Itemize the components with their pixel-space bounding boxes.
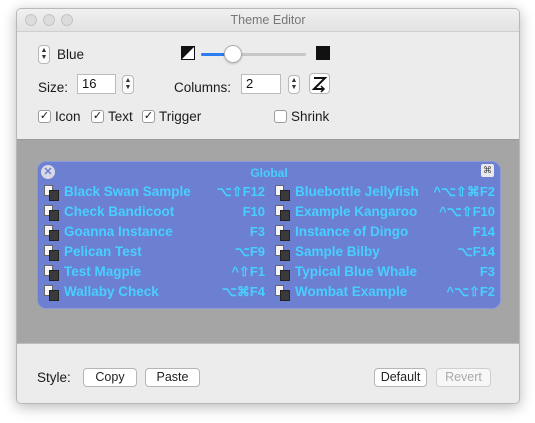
size-stepper[interactable]: ▲ ▼ (122, 75, 134, 94)
contrast-slider-track[interactable] (201, 53, 306, 56)
menu-item[interactable]: Black Swan Sample ⌥⇧F12 (44, 183, 265, 203)
menu-item-shortcut: F10 (242, 204, 265, 219)
checkmark-icon: ✓ (143, 110, 154, 122)
preview-menu: ✕ Global ⌘ Black Swan Sample ⌥⇧F12 Check B… (37, 161, 501, 309)
document-icon (44, 265, 60, 281)
menu-item-name: Test Magpie (64, 264, 142, 279)
document-icon (275, 185, 291, 201)
document-icon (275, 245, 291, 261)
menu-item[interactable]: Wallaby Check ⌥⌘F4 (44, 283, 265, 303)
menu-item-shortcut: F14 (472, 224, 495, 239)
menu-item-name: Instance of Dingo (295, 224, 409, 239)
contrast-high-icon[interactable] (316, 46, 330, 60)
chevron-up-icon: ▲ (124, 77, 132, 84)
menu-item-shortcut: ^⌥⇧F10 (439, 204, 495, 219)
menu-item-shortcut: F3 (479, 264, 495, 279)
menu-item-shortcut: F3 (249, 224, 265, 239)
document-icon (275, 225, 291, 241)
chevron-down-icon: ▼ (124, 84, 132, 91)
trigger-option-label[interactable]: Trigger (159, 109, 201, 124)
shrink-checkbox[interactable] (274, 110, 287, 123)
menu-item-shortcut: ⌥F9 (234, 244, 265, 259)
menu-item-name: Pelican Test (64, 244, 142, 259)
paste-button[interactable]: Paste (145, 368, 200, 387)
contrast-low-icon[interactable] (181, 46, 195, 60)
revert-button[interactable]: Revert (436, 368, 491, 387)
z-order-icon (311, 77, 328, 93)
document-icon (275, 285, 291, 301)
style-label: Style: (37, 370, 71, 385)
menu-item-name: Black Swan Sample (64, 184, 191, 199)
menu-item-name: Sample Bilby (295, 244, 380, 259)
menu-item-name: Wallaby Check (64, 284, 159, 299)
menu-item-shortcut: ⌥F14 (457, 244, 495, 259)
menu-item-shortcut: ⌥⌘F4 (221, 284, 265, 299)
chevron-up-icon: ▲ (290, 77, 298, 84)
menu-item[interactable]: Bluebottle Jellyfish ^⌥⇧⌘F2 (275, 183, 495, 203)
theme-stepper[interactable]: ▲ ▼ (38, 45, 50, 64)
trigger-checkbox[interactable]: ✓ (142, 110, 155, 123)
menu-item-shortcut: ^⌥⇧F2 (446, 284, 495, 299)
menu-item-name: Example Kangaroo (295, 204, 418, 219)
menu-item[interactable]: Instance of Dingo F14 (275, 223, 495, 243)
document-icon (275, 205, 291, 221)
default-button[interactable]: Default (374, 368, 427, 387)
title-bar[interactable]: Theme Editor (17, 9, 519, 32)
document-icon (44, 205, 60, 221)
menu-item-name: Goanna Instance (64, 224, 173, 239)
chevron-down-icon: ▼ (290, 84, 298, 91)
menu-item[interactable]: Wombat Example ^⌥⇧F2 (275, 283, 495, 303)
window-title: Theme Editor (230, 13, 306, 27)
menu-item-shortcut: ^⇧F1 (231, 264, 265, 279)
menu-item[interactable]: Test Magpie ^⇧F1 (44, 263, 265, 283)
menu-item[interactable]: Check Bandicoot F10 (44, 203, 265, 223)
menu-item[interactable]: Example Kangaroo ^⌥⇧F10 (275, 203, 495, 223)
menu-item-shortcut: ⌥⇧F12 (216, 184, 265, 199)
document-icon (275, 265, 291, 281)
document-icon (44, 185, 60, 201)
shrink-option-label[interactable]: Shrink (291, 109, 329, 124)
chevron-down-icon: ▼ (40, 54, 48, 61)
menu-item[interactable]: Sample Bilby ⌥F14 (275, 243, 495, 263)
columns-label: Columns: (174, 80, 232, 95)
menu-item[interactable]: Typical Blue Whale F3 (275, 263, 495, 283)
columns-stepper[interactable]: ▲ ▼ (288, 75, 300, 94)
theme-name: Blue (57, 47, 85, 62)
menu-item-name: Bluebottle Jellyfish (295, 184, 419, 199)
columns-field[interactable]: 2 (241, 74, 281, 94)
menu-title: Global (250, 166, 288, 180)
document-icon (44, 225, 60, 241)
theme-preview-area: ✕ Global ⌘ Black Swan Sample ⌥⇧F12 Check B… (17, 139, 519, 344)
copy-button[interactable]: Copy (83, 368, 137, 387)
menu-item-name: Typical Blue Whale (295, 264, 418, 279)
menu-item-name: Check Bandicoot (64, 204, 175, 219)
chevron-up-icon: ▲ (40, 47, 48, 54)
text-checkbox[interactable]: ✓ (91, 110, 104, 123)
document-icon (44, 245, 60, 261)
command-icon: ⌘ (481, 164, 494, 177)
layout-order-button[interactable] (309, 73, 330, 94)
menu-item-shortcut: ^⌥⇧⌘F2 (433, 184, 495, 199)
size-label: Size: (38, 80, 69, 95)
contrast-slider-knob[interactable] (223, 45, 242, 63)
icon-checkbox[interactable]: ✓ (38, 110, 51, 123)
menu-item[interactable]: Goanna Instance F3 (44, 223, 265, 243)
checkmark-icon: ✓ (92, 110, 103, 122)
checkmark-icon: ✓ (39, 110, 50, 122)
size-field[interactable]: 16 (77, 74, 116, 94)
text-option-label[interactable]: Text (108, 109, 133, 124)
menu-item-name: Wombat Example (295, 284, 408, 299)
theme-editor-window: Theme Editor ▲ ▼ Blue Size: 16 ▲ ▼ Columns… (16, 8, 520, 404)
document-icon (44, 285, 60, 301)
icon-option-label[interactable]: Icon (55, 109, 81, 124)
menu-item[interactable]: Pelican Test ⌥F9 (44, 243, 265, 263)
